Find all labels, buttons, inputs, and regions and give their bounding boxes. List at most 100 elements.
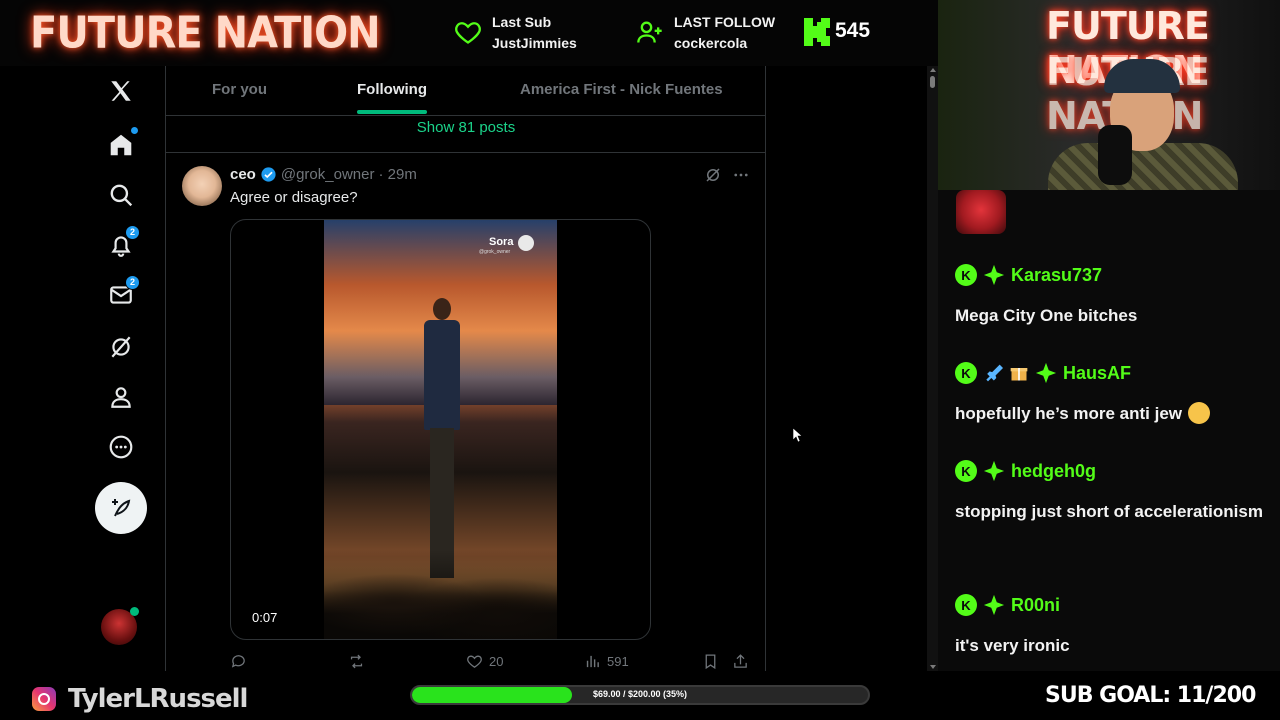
reply-button[interactable] [230,653,247,670]
stream-bottom-bar: TylerLRussell $69.00 / $200.00 (35%) SUB… [0,671,1280,720]
nav-grok[interactable] [106,332,136,362]
nav-more[interactable] [106,432,136,462]
repost-button[interactable] [348,653,365,670]
scrollbar-thumb[interactable] [930,76,935,88]
last-follow-label: LAST FOLLOW [674,14,776,30]
notification-badge: 2 [125,225,140,240]
last-sub-label: Last Sub [492,14,552,30]
video-duration: 0:07 [249,609,281,626]
kick-badge-icon: K [955,460,977,482]
more-options-icon[interactable] [732,166,750,184]
stream-top-bar: FUTURE NATION Last Sub JustJimmies LAST … [0,0,938,66]
donation-goal-bar: $69.00 / $200.00 (35%) [410,685,870,705]
kick-follower-count: 545 [835,19,871,42]
grok-icon[interactable] [704,166,722,184]
last-follow-widget: LAST FOLLOW cockercola [636,12,775,54]
heart-icon [455,22,481,44]
x-feed: For you Following America First - Nick F… [166,66,766,671]
chat-message: K HausAF hopefully he’s more anti jew [955,360,1265,432]
bookmark-icon [705,654,716,670]
x-sidebar: 2 2 [0,66,166,671]
post-author-handle[interactable]: @grok_owner [281,166,375,183]
show-new-posts-button[interactable]: Show 81 posts [166,116,765,153]
post-text: Agree or disagree? [230,189,358,206]
sub-goal-text: SUB GOAL: 11/200 [1045,683,1256,708]
tab-for-you[interactable]: For you [212,81,267,98]
nav-profile[interactable] [106,382,136,412]
feed-tabs: For you Following America First - Nick F… [166,66,765,116]
more-icon [109,435,133,459]
x-right-column [767,66,927,671]
screaming-face-emoji-icon [1188,401,1211,424]
nav-notifications[interactable]: 2 [106,225,140,260]
chat-text: hopefully he’s more anti jew [955,404,1183,423]
post-author-avatar[interactable] [182,166,222,206]
like-count: 20 [489,654,504,669]
tab-list-america-first[interactable]: America First - Nick Fuentes [520,81,723,98]
chat-emote-image [956,190,1006,234]
gift-badge-icon [1010,368,1028,381]
post-header: ceo @grok_owner · 29m [230,166,417,183]
sparkle-badge-icon [983,264,1005,286]
kick-badge-icon: K [955,362,977,384]
home-icon [110,134,132,156]
post-author-name[interactable]: ceo [230,166,256,183]
chat-text: Mega City One bitches [955,306,1138,325]
profile-icon [111,387,131,408]
search-icon [110,184,133,207]
scroll-down-arrow-icon[interactable] [930,665,936,669]
scroll-up-arrow-icon[interactable] [930,68,936,72]
repost-icon [350,654,363,669]
account-avatar[interactable] [101,607,139,645]
post-video[interactable]: Sora @grok_owner 0:07 [230,219,651,640]
sora-watermark-handle: @grok_owner [479,249,511,255]
nav-home[interactable] [106,126,139,160]
sora-ghost-icon [518,235,534,251]
chat-username[interactable]: hedgeh0g [1011,461,1096,482]
heart-icon [467,655,482,668]
like-button[interactable]: 20 [466,653,503,670]
active-tab-indicator [357,110,427,114]
view-count: 591 [607,654,629,669]
chat-message: K hedgeh0g stopping just short of accele… [955,458,1265,530]
post[interactable]: ceo @grok_owner · 29m Agree or disagree?… [166,154,765,671]
sparkle-badge-icon [983,594,1005,616]
chat-username[interactable]: HausAF [1063,363,1131,384]
streamer-figure [1038,55,1238,190]
chat-message: K Karasu737 Mega City One bitches [955,262,1265,334]
brand-logo: FUTURE NATION [30,7,381,59]
post-time[interactable]: · 29m [378,166,416,183]
tab-following[interactable]: Following [357,81,427,98]
sparkle-badge-icon [1035,362,1057,384]
chat-username[interactable]: Karasu737 [1011,265,1102,286]
chat-text: it's very ironic [955,636,1070,655]
x-logo-link[interactable] [106,76,136,106]
nav-messages[interactable]: 2 [106,275,140,310]
kick-badge-icon: K [955,264,977,286]
add-user-icon [637,21,662,43]
audience-silhouettes [324,550,557,639]
donation-goal-text: $69.00 / $200.00 (35%) [592,689,688,699]
stream-screen: FUTURE NATION Last Sub JustJimmies LAST … [0,0,1280,720]
chat-message: K R00ni it's very ironic [955,592,1265,664]
instagram-icon [32,687,56,711]
chat-username[interactable]: R00ni [1011,595,1060,616]
share-button[interactable] [732,653,749,670]
compose-post-button[interactable] [95,482,147,534]
verified-badge-icon [261,167,276,182]
sparkle-badge-icon [983,460,1005,482]
sora-watermark: Sora [489,236,514,248]
chat-panel: K Karasu737 Mega City One bitches K Haus… [938,190,1280,671]
kick-logo-icon [804,18,830,46]
reply-icon [231,655,245,668]
page-scrollbar[interactable] [927,66,938,671]
views-button[interactable]: 591 [584,653,629,670]
nav-explore[interactable] [106,180,136,210]
post-actions: 20 591 [230,653,750,671]
kick-badge-icon: K [955,594,977,616]
home-notification-dot [130,126,139,135]
bookmark-button[interactable] [702,653,719,670]
chat-text: stopping just short of accelerationism [955,502,1263,521]
webcam-feed: FUTURE NATION FUTURE NATION [938,0,1280,190]
messages-badge: 2 [125,275,140,290]
